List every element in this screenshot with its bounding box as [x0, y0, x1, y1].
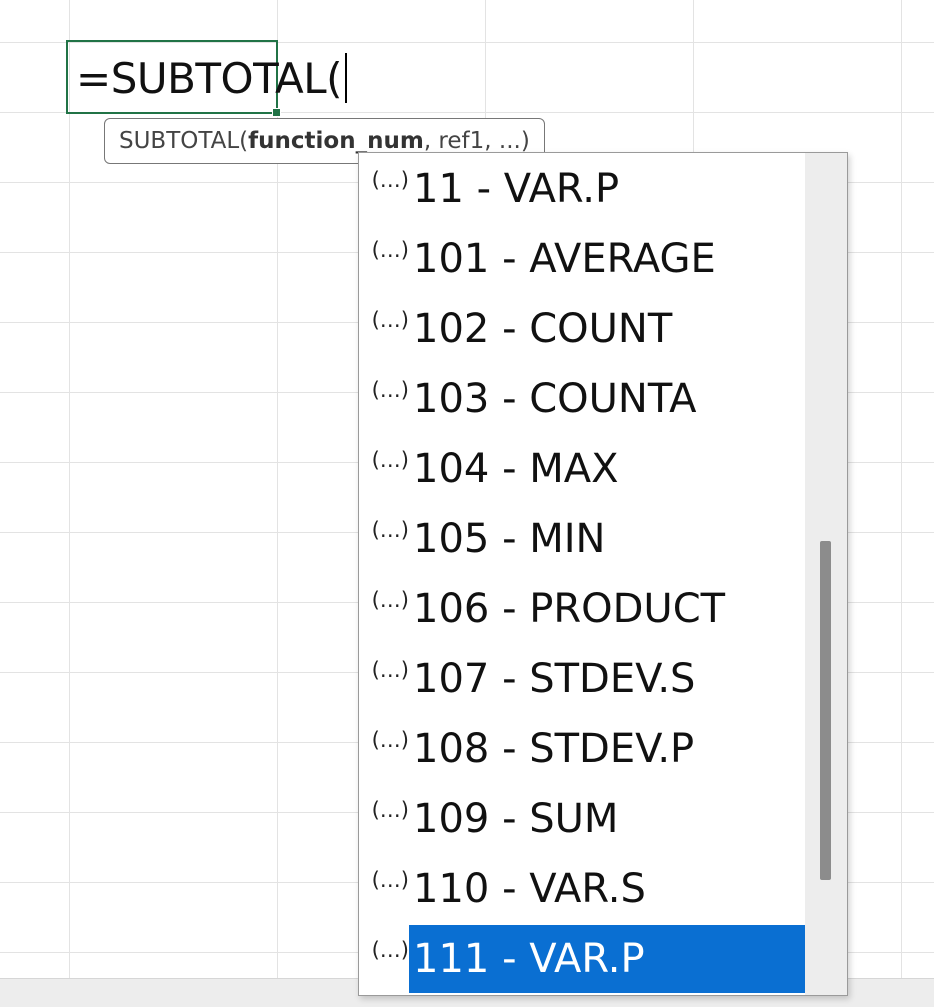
argument-option-icon: (…): [359, 435, 409, 503]
autocomplete-item-label: 107 - STDEV.S: [413, 656, 696, 702]
fill-handle[interactable]: [272, 108, 281, 117]
text-caret: [345, 53, 348, 103]
autocomplete-item[interactable]: (…) 107 - STDEV.S: [359, 645, 805, 713]
autocomplete-item[interactable]: (…) 105 - MIN: [359, 505, 805, 573]
autocomplete-item-label: 105 - MIN: [413, 516, 606, 562]
autocomplete-item[interactable]: (…) 110 - VAR.S: [359, 855, 805, 923]
autocomplete-item-label: 111 - VAR.P: [409, 925, 805, 993]
argument-option-icon: (…): [359, 225, 409, 293]
dropdown-scrollbar[interactable]: [805, 153, 847, 995]
autocomplete-item-label: 102 - COUNT: [413, 306, 673, 352]
argument-option-icon: (…): [359, 295, 409, 363]
autocomplete-item[interactable]: (…) 103 - COUNTA: [359, 365, 805, 433]
argument-option-icon: (…): [359, 855, 409, 923]
autocomplete-item-label: 110 - VAR.S: [413, 866, 646, 912]
autocomplete-item-label: 108 - STDEV.P: [413, 726, 695, 772]
argument-option-icon: (…): [359, 925, 409, 993]
cell-formula-editor[interactable]: =SUBTOTAL(: [76, 48, 348, 108]
autocomplete-item-label: 104 - MAX: [413, 446, 619, 492]
autocomplete-item-label: 103 - COUNTA: [413, 376, 697, 422]
tooltip-current-argument[interactable]: function_num: [248, 128, 424, 154]
argument-option-icon: (…): [359, 645, 409, 713]
argument-option-icon: (…): [359, 505, 409, 573]
argument-option-icon: (…): [359, 155, 409, 223]
formula-text: =SUBTOTAL(: [76, 53, 343, 103]
autocomplete-item[interactable]: (…) 104 - MAX: [359, 435, 805, 503]
tooltip-remaining-arguments: , ref1, ...): [423, 128, 530, 154]
tooltip-function-name[interactable]: SUBTOTAL(: [119, 128, 248, 154]
autocomplete-item-label: 109 - SUM: [413, 796, 619, 842]
autocomplete-item[interactable]: (…) 111 - VAR.P: [359, 925, 805, 993]
autocomplete-item[interactable]: (…) 108 - STDEV.P: [359, 715, 805, 783]
autocomplete-dropdown[interactable]: (…) 11 - VAR.P (…) 101 - AVERAGE (…) 102 - CO…: [358, 152, 848, 996]
autocomplete-item-label: 11 - VAR.P: [413, 166, 620, 212]
argument-option-icon: (…): [359, 365, 409, 433]
scrollbar-thumb[interactable]: [820, 541, 831, 880]
autocomplete-item[interactable]: (…) 106 - PRODUCT: [359, 575, 805, 643]
autocomplete-item-label: 101 - AVERAGE: [413, 236, 716, 282]
autocomplete-item[interactable]: (…) 101 - AVERAGE: [359, 225, 805, 293]
argument-option-icon: (…): [359, 785, 409, 853]
argument-option-icon: (…): [359, 575, 409, 643]
autocomplete-item-label: 106 - PRODUCT: [413, 586, 726, 632]
autocomplete-item[interactable]: (…) 11 - VAR.P: [359, 155, 805, 223]
argument-option-icon: (…): [359, 715, 409, 783]
autocomplete-item[interactable]: (…) 102 - COUNT: [359, 295, 805, 363]
autocomplete-item[interactable]: (…) 109 - SUM: [359, 785, 805, 853]
